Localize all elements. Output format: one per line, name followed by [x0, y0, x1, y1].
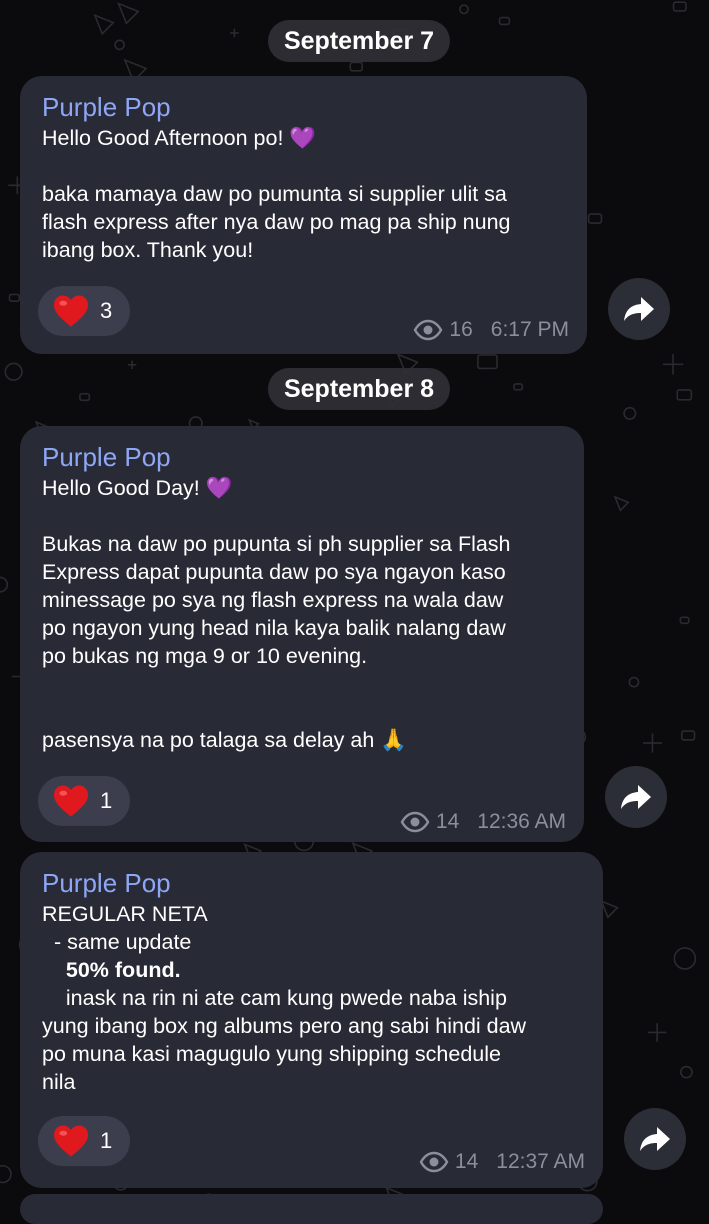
- message-line: [42, 152, 565, 180]
- message-time: 12:36 AM: [477, 810, 566, 833]
- view-count: 14: [454, 1150, 479, 1173]
- red-heart-icon: [54, 785, 88, 817]
- eye-icon: [419, 1151, 449, 1173]
- reaction-count: 1: [100, 1128, 113, 1153]
- reaction-pill[interactable]: 3: [38, 286, 130, 336]
- message-text: Hello Good Afternoon po! 💜 baka mamaya d…: [42, 124, 565, 264]
- background-doodle: [229, 28, 239, 38]
- message-line: inask na rin ni ate cam kung pwede naba …: [42, 986, 507, 1010]
- message-line: [42, 502, 562, 530]
- message-line: [42, 670, 562, 698]
- background-doodle: [117, 2, 140, 25]
- background-doodle: [93, 13, 115, 36]
- background-doodle: [8, 293, 21, 303]
- view-count: 14: [435, 810, 460, 833]
- message-line: pasensya na po talaga sa delay ah 🙏: [42, 728, 408, 752]
- message-bubble[interactable]: Purple Pop Hello Good Day! 💜 Bukas na da…: [20, 426, 584, 842]
- message-bubble-partial[interactable]: [20, 1194, 603, 1224]
- reaction-count: 3: [100, 298, 113, 323]
- message-line: ibang box. Thank you!: [42, 238, 254, 262]
- red-heart-icon: [54, 295, 88, 327]
- date-separator: September 7: [267, 20, 451, 62]
- background-doodle: [498, 16, 511, 26]
- background-doodle: [4, 362, 23, 381]
- message-meta: 16 6:17 PM: [413, 318, 569, 342]
- background-doodle: [647, 1023, 667, 1042]
- message-line: po ngayon yung head nila kaya balik nala…: [42, 616, 506, 640]
- background-doodle: [587, 213, 603, 224]
- view-count: 16: [449, 318, 473, 341]
- message-meta: 14 12:37 AM: [419, 1150, 585, 1174]
- forward-arrow-icon: [624, 297, 654, 321]
- background-doodle: [0, 1164, 12, 1184]
- message-bubble[interactable]: Purple Pop REGULAR NETA - same update 50…: [20, 852, 603, 1188]
- message-time: 12:37 AM: [496, 1150, 585, 1173]
- forward-button[interactable]: [608, 278, 670, 340]
- message-time: 6:17 PM: [490, 318, 569, 341]
- message-text: Hello Good Day! 💜 Bukas na daw po pupunt…: [42, 474, 562, 754]
- forward-arrow-icon: [621, 785, 651, 809]
- background-doodle: [477, 354, 498, 370]
- forward-button[interactable]: [624, 1108, 686, 1170]
- message-line: REGULAR NETA: [42, 902, 208, 926]
- background-doodle: [642, 733, 663, 753]
- background-doodle: [681, 730, 696, 741]
- sender-name[interactable]: Purple Pop: [42, 440, 562, 474]
- message-line: nila: [42, 1070, 76, 1094]
- message-meta: 14 12:36 AM: [400, 810, 566, 834]
- message-line: po bukas ng mga 9 or 10 evening.: [42, 644, 368, 668]
- background-doodle: [114, 39, 125, 51]
- red-heart-icon: [54, 1125, 88, 1157]
- background-doodle: [662, 354, 684, 375]
- message-line: minessage po sya ng flash express na wal…: [42, 588, 504, 612]
- eye-icon: [400, 811, 430, 833]
- message-line: Hello Good Afternoon po! 💜: [42, 126, 317, 150]
- background-doodle: [513, 383, 524, 391]
- forward-button[interactable]: [605, 766, 667, 828]
- reaction-count: 1: [100, 788, 113, 813]
- background-doodle: [613, 495, 630, 512]
- background-doodle: [628, 676, 640, 688]
- background-doodle: [679, 616, 690, 625]
- background-doodle: [127, 360, 137, 370]
- message-line: flash express after nya daw po mag pa sh…: [42, 210, 511, 234]
- background-doodle: [600, 899, 619, 919]
- message-line: baka mamaya daw po pumunta si supplier u…: [42, 182, 507, 206]
- message-bubble[interactable]: Purple Pop Hello Good Afternoon po! 💜 ba…: [20, 76, 587, 354]
- background-doodle: [79, 392, 91, 402]
- eye-icon: [414, 319, 443, 341]
- sender-name[interactable]: Purple Pop: [42, 866, 581, 900]
- message-line: yung ibang box ng albums pero ang sabi h…: [42, 1014, 527, 1038]
- background-doodle: [459, 4, 469, 15]
- reaction-pill[interactable]: 1: [38, 776, 130, 826]
- background-doodle: [673, 947, 697, 970]
- message-line: po muna kasi magugulo yung shipping sche…: [42, 1042, 501, 1066]
- message-line: [42, 698, 562, 726]
- message-line: Express dapat pupunta daw po sya ngayon …: [42, 560, 506, 584]
- message-line: Bukas na daw po pupunta si ph supplier s…: [42, 532, 511, 556]
- message-line: - same update: [42, 930, 192, 954]
- forward-arrow-icon: [640, 1127, 670, 1151]
- date-separator: September 8: [267, 368, 451, 410]
- background-doodle: [623, 406, 637, 420]
- background-doodle: [680, 1065, 693, 1079]
- reaction-pill[interactable]: 1: [38, 1116, 130, 1166]
- background-doodle: [0, 576, 9, 593]
- background-doodle: [672, 1, 687, 12]
- background-doodle: [676, 389, 693, 401]
- message-line: Hello Good Day! 💜: [42, 476, 233, 500]
- sender-name[interactable]: Purple Pop: [42, 90, 565, 124]
- background-doodle: [349, 61, 363, 72]
- message-text: REGULAR NETA - same update 50% found. in…: [42, 900, 581, 1096]
- message-line: 50% found.: [42, 958, 181, 982]
